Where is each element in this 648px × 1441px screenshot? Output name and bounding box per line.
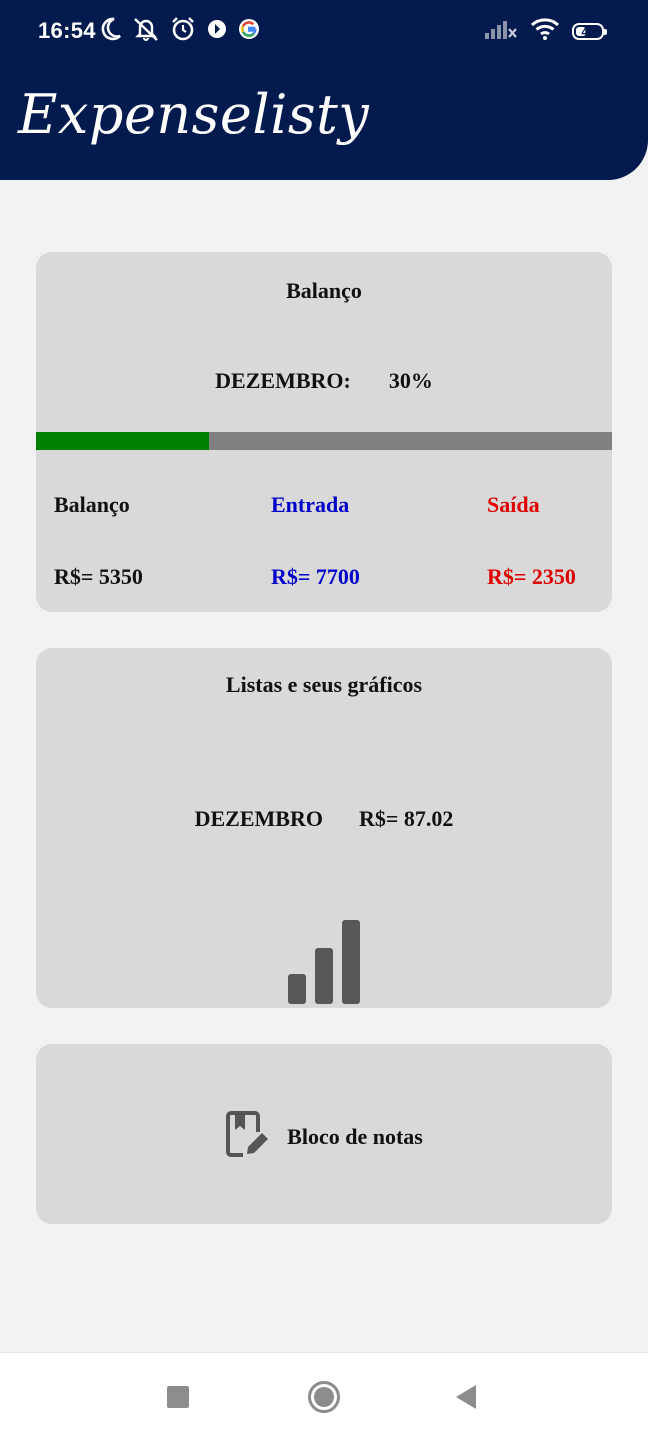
status-left-icons bbox=[100, 16, 260, 42]
lists-month: DEZEMBRO bbox=[194, 806, 323, 831]
balance-card[interactable]: Balanço DEZEMBRO: 30% Balanço Entrada Sa… bbox=[36, 252, 612, 612]
battery-percent: 49 bbox=[581, 24, 595, 39]
balance-month-row: DEZEMBRO: 30% bbox=[36, 368, 612, 394]
balance-month: DEZEMBRO: bbox=[215, 368, 351, 393]
income-label: Entrada bbox=[271, 492, 350, 517]
income-value: R$= 7700 bbox=[271, 564, 360, 589]
status-time: 16:54 bbox=[38, 18, 96, 43]
balance-progress-fill bbox=[36, 432, 209, 450]
lists-card-title: Listas e seus gráficos bbox=[225, 672, 423, 697]
signal-icon bbox=[484, 18, 518, 45]
home-icon[interactable] bbox=[302, 1375, 346, 1419]
back-icon[interactable] bbox=[444, 1375, 488, 1419]
balance-card-title: Balanço bbox=[286, 278, 362, 303]
notes-row: Bloco de notas bbox=[36, 1110, 612, 1163]
bell-off-icon bbox=[132, 16, 160, 42]
alarm-icon bbox=[170, 16, 196, 42]
wifi-icon bbox=[530, 17, 560, 46]
expense-label: Saída bbox=[487, 492, 540, 517]
lists-summary-row: DEZEMBRO R$= 87.02 bbox=[36, 806, 612, 832]
balance-value: R$= 5350 bbox=[54, 564, 143, 589]
lists-card[interactable]: Listas e seus gráficos DEZEMBRO R$= 87.0… bbox=[36, 648, 612, 1008]
app-header: 16:54 49 Expenselisty bbox=[0, 0, 648, 180]
notes-card[interactable]: Bloco de notas bbox=[36, 1044, 612, 1224]
recents-icon[interactable] bbox=[156, 1375, 200, 1419]
battery-icon: 49 bbox=[572, 23, 607, 40]
bar-chart-icon bbox=[288, 920, 360, 1008]
lists-total: R$= 87.02 bbox=[358, 806, 454, 831]
notebook-edit-icon bbox=[225, 1110, 269, 1163]
notes-label: Bloco de notas bbox=[287, 1123, 423, 1149]
system-nav-bar bbox=[0, 1352, 648, 1441]
status-bar: 16:54 49 bbox=[0, 0, 648, 62]
balance-progress-bar bbox=[36, 432, 612, 450]
status-right-icons: 49 bbox=[484, 17, 607, 46]
moon-icon bbox=[100, 16, 122, 42]
balance-label: Balanço bbox=[54, 492, 130, 517]
expense-value: R$= 2350 bbox=[487, 564, 576, 589]
balance-percent: 30% bbox=[388, 368, 433, 393]
google-icon bbox=[238, 18, 260, 40]
app-notification-icon bbox=[206, 18, 228, 40]
app-title: Expenselisty bbox=[18, 83, 370, 146]
